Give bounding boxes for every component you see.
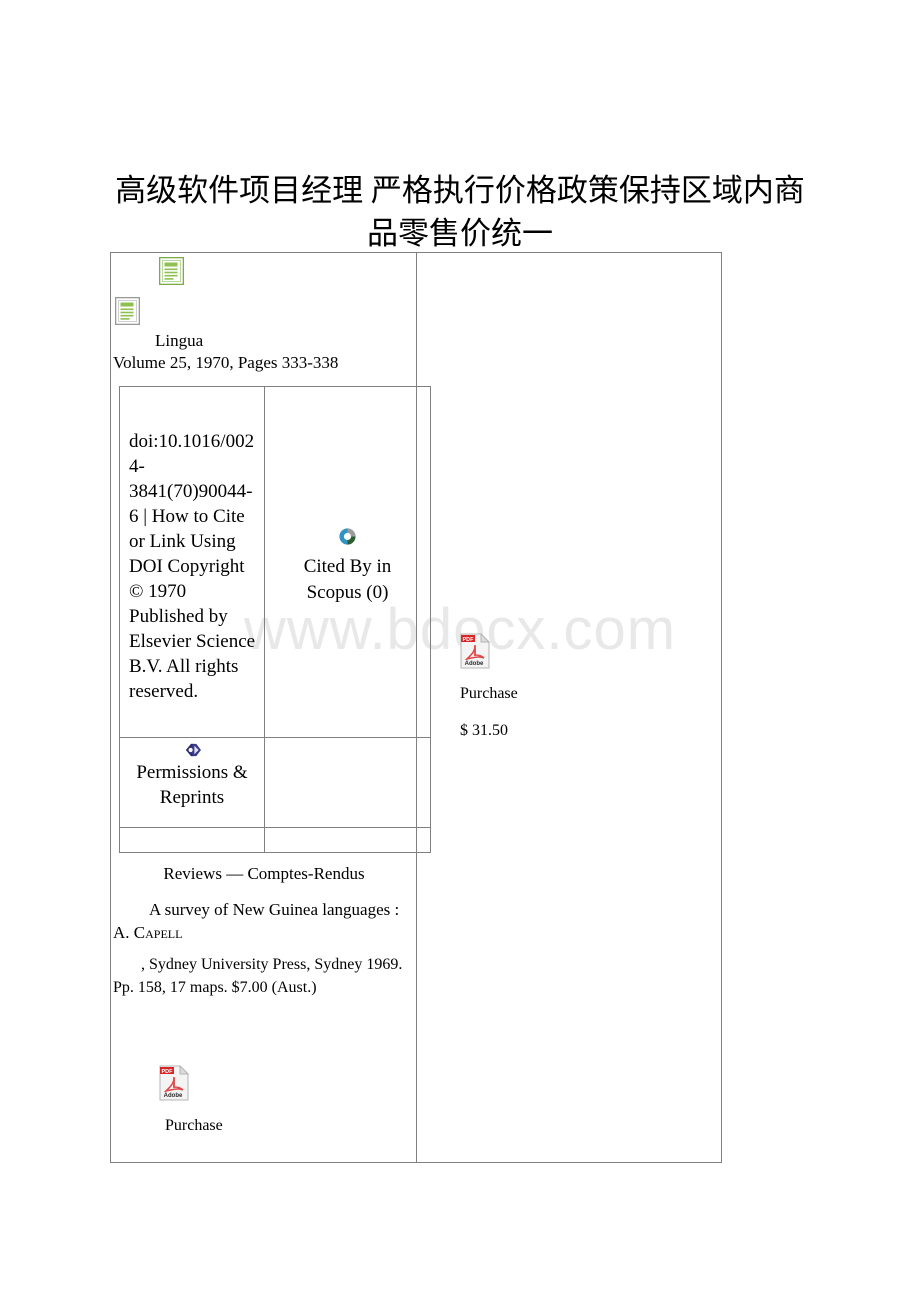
right-column: PDF Adobe Purchase $ 31.50: [417, 253, 721, 1162]
adobe-pdf-icon: PDF Adobe: [460, 633, 490, 669]
purchase-label: Purchase: [165, 1117, 223, 1134]
price-label: $ 31.50: [460, 722, 508, 739]
document-icon: [159, 257, 184, 285]
permissions-chevron-icon: [185, 743, 201, 757]
article-title-text: A survey of New Guinea languages :: [149, 900, 400, 919]
doi-cell: doi:10.1016/0024-3841(70)90044-6 | How t…: [119, 386, 265, 738]
purchase-block-left[interactable]: PDF Adobe Purchase: [159, 1065, 289, 1137]
table-row: doi:10.1016/0024-3841(70)90044-6 | How t…: [119, 386, 431, 738]
scopus-content: Cited By in Scopus (0): [275, 519, 420, 606]
permissions-cell-empty: [264, 737, 431, 828]
article-title: A survey of New Guinea languages : A. Ca…: [113, 898, 413, 944]
purchase-label: Purchase: [460, 685, 518, 702]
svg-text:PDF: PDF: [162, 1069, 174, 1075]
page-title: 高级软件项目经理 严格执行价格政策保持区域内商品零售价统一: [115, 172, 805, 251]
permissions-cell[interactable]: Permissions & Reprints: [119, 737, 265, 828]
scopus-ring-icon: [339, 527, 356, 545]
article-metadata: , Sydney University Press, Sydney 1969. …: [113, 956, 403, 996]
svg-text:Adobe: Adobe: [164, 1093, 183, 1099]
section-heading: Reviews — Comptes-Rendus: [163, 864, 365, 883]
journal-name: Lingua: [155, 331, 204, 350]
svg-text:Adobe: Adobe: [465, 661, 484, 667]
table-row: [119, 827, 431, 853]
blank-cell-left: [119, 827, 265, 853]
adobe-pdf-icon: PDF Adobe: [159, 1065, 189, 1101]
purchase-block-right[interactable]: PDF Adobe Purchase $ 31.50: [460, 633, 610, 742]
journal-volume-line: Volume 25, 1970, Pages 333-338: [113, 353, 339, 372]
article-author: A. Capell: [113, 923, 183, 942]
document-icon: [115, 297, 140, 325]
content-table: Lingua Volume 25, 1970, Pages 333-338 do…: [110, 252, 722, 1163]
permissions-label: Permissions & Reprints: [136, 762, 248, 808]
svg-text:PDF: PDF: [463, 637, 475, 643]
left-column: Lingua Volume 25, 1970, Pages 333-338 do…: [111, 253, 431, 1162]
doi-info-table: doi:10.1016/0024-3841(70)90044-6 | How t…: [119, 386, 431, 853]
table-row: Permissions & Reprints: [119, 737, 431, 828]
blank-cell-right: [264, 827, 431, 853]
scopus-label: Cited By in Scopus (0): [303, 555, 392, 603]
scopus-cell[interactable]: Cited By in Scopus (0): [264, 386, 431, 738]
